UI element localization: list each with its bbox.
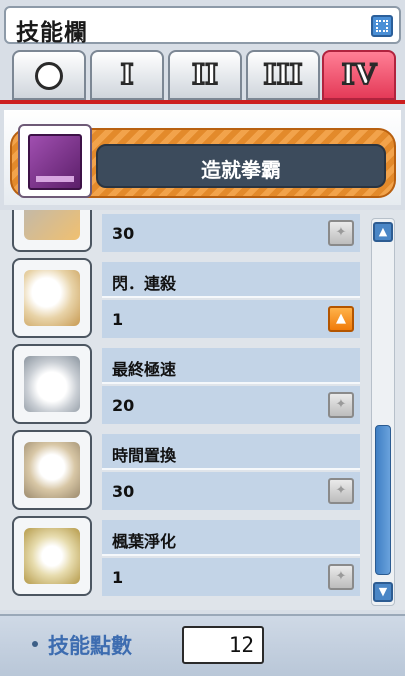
tab-label: IV — [341, 57, 378, 92]
skill-level: 30 — [112, 482, 135, 501]
scroll-down-icon[interactable]: ▼ — [373, 582, 393, 602]
skill-level-bar: 1 ✦ — [102, 558, 360, 596]
level-up-button: ✦ — [328, 564, 354, 590]
skill-book-icon — [18, 124, 92, 198]
skill-name: 最終極速 — [112, 360, 177, 379]
tab-label: I — [119, 57, 134, 92]
skill-list[interactable]: 30 ✦ 閃．連殺 1 ▲ 最終極速 20 ✦ 時間置換 30 ✦ 楓葉淨化 1… — [0, 210, 405, 610]
skill-points-box: 12 — [182, 626, 264, 664]
tab-underline — [0, 100, 405, 104]
skill-name-bar: 楓葉淨化 — [102, 520, 360, 556]
skill-row: 楓葉淨化 1 ✦ — [10, 514, 360, 600]
skill-name: 時間置換 — [112, 446, 177, 465]
skill-row: 最終極速 20 ✦ — [10, 342, 360, 428]
tab-first-job[interactable]: I — [90, 50, 164, 100]
skill-window: 技能欄 I II III IV 造就拳霸 30 ✦ 閃．連殺 1 ▲ 最終極速 … — [0, 0, 405, 676]
skill-points-label: 技能點數 — [48, 634, 132, 658]
scroll-up-icon[interactable]: ▲ — [373, 222, 393, 242]
skill-level-bar: 30 ✦ — [102, 214, 360, 252]
job-name: 造就拳霸 — [201, 158, 281, 182]
skill-name-bar: 閃．連殺 — [102, 262, 360, 298]
title-bar[interactable]: 技能欄 — [4, 6, 401, 46]
job-tabs: I II III IV — [0, 46, 405, 104]
tab-third-job[interactable]: III — [246, 50, 320, 100]
skill-points-value: 12 — [228, 633, 254, 657]
maple-cleanse-icon[interactable] — [12, 516, 92, 596]
level-up-button: ✦ — [328, 478, 354, 504]
level-up-button: ✦ — [328, 392, 354, 418]
job-name-box: 造就拳霸 — [96, 144, 386, 188]
final-speed-icon[interactable] — [12, 344, 92, 424]
skill-level-bar: 1 ▲ — [102, 300, 360, 338]
tab-fourth-job[interactable]: IV — [322, 50, 396, 100]
scrollbar[interactable]: ▲ ▼ — [371, 218, 395, 606]
skill-row: 30 ✦ — [10, 210, 360, 256]
level-up-button[interactable]: ▲ — [328, 306, 354, 332]
time-leap-icon[interactable] — [12, 430, 92, 510]
skill-name: 閃．連殺 — [112, 274, 177, 293]
circle-icon — [35, 62, 63, 90]
close-icon[interactable] — [371, 15, 393, 37]
purple-book-icon — [28, 134, 82, 190]
skill-level: 1 — [112, 568, 124, 587]
tab-label: II — [191, 57, 219, 92]
scroll-thumb[interactable] — [375, 425, 391, 575]
tab-second-job[interactable]: II — [168, 50, 242, 100]
flash-combo-icon[interactable] — [12, 258, 92, 338]
skill-name-bar: 最終極速 — [102, 348, 360, 384]
skill-level: 30 — [112, 224, 135, 243]
skill-level: 1 — [112, 310, 124, 329]
skill-row: 閃．連殺 1 ▲ — [10, 256, 360, 342]
partial-skill-icon[interactable] — [12, 210, 92, 252]
bullet-icon — [32, 641, 38, 647]
skill-level-bar: 20 ✦ — [102, 386, 360, 424]
skill-level: 20 — [112, 396, 135, 415]
skill-points-footer: 技能點數 12 — [0, 614, 405, 676]
skill-row: 時間置換 30 ✦ — [10, 428, 360, 514]
skill-name-bar: 時間置換 — [102, 434, 360, 470]
tab-beginner[interactable] — [12, 50, 86, 100]
tab-label: III — [262, 57, 303, 92]
window-title: 技能欄 — [16, 20, 88, 46]
skill-name: 楓葉淨化 — [112, 532, 177, 551]
skill-level-bar: 30 ✦ — [102, 472, 360, 510]
level-up-button: ✦ — [328, 220, 354, 246]
